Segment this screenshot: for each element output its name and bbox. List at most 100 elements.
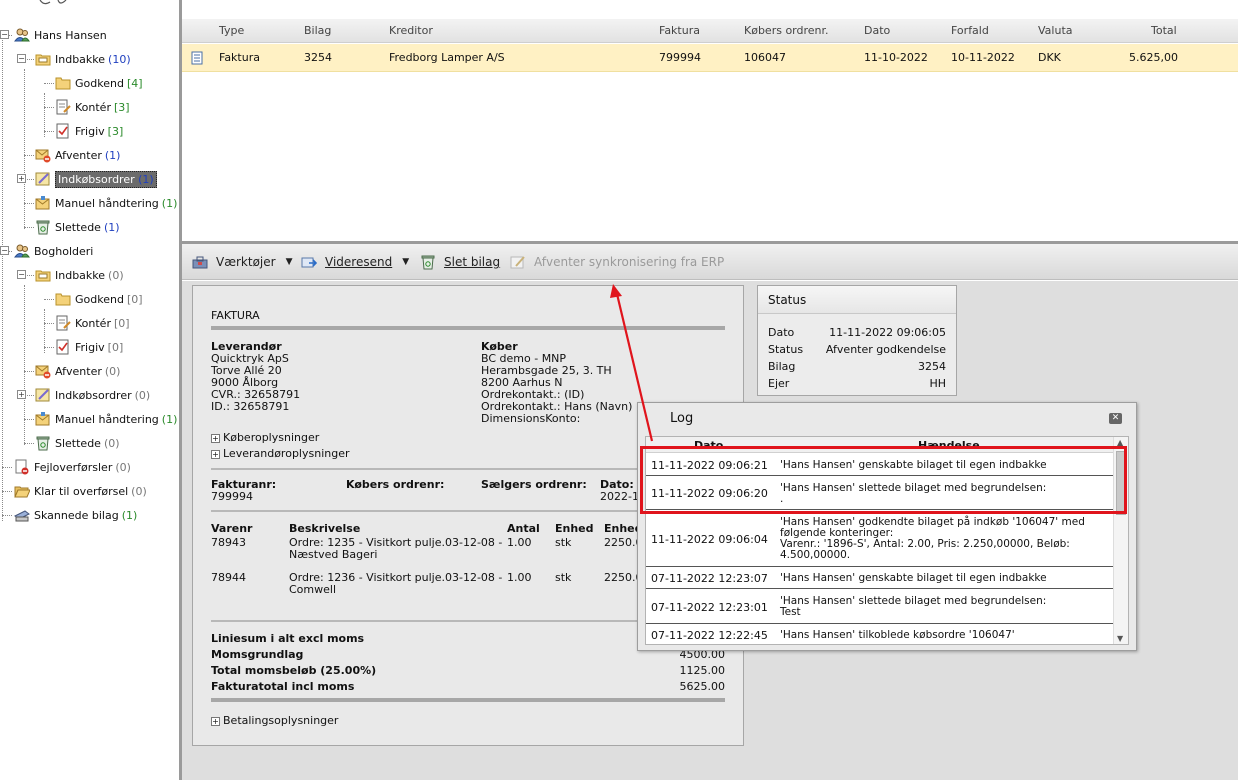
buyer-order-label: Købers ordrenr: [346, 478, 445, 491]
col-bilag[interactable]: Bilag [304, 19, 331, 43]
col-kreditor[interactable]: Kreditor [389, 19, 433, 43]
tree-item-fejloverforsler[interactable]: Fejloverførsler (0) [14, 457, 131, 477]
tree-item-label: Afventer [55, 364, 102, 378]
close-icon[interactable]: ✕ [1109, 413, 1122, 424]
purchase-order-icon [35, 171, 51, 187]
tree-item-konter[interactable]: Kontér [3] [55, 97, 130, 117]
tree-connector [44, 107, 54, 108]
forward-icon [301, 254, 318, 270]
log-row: 07-11-2022 12:23:01 'Hans Hansen' sletted… [646, 590, 1114, 624]
tree-connector [24, 155, 34, 156]
cell-dato: 11-10-2022 [864, 51, 928, 64]
seller-order-label: Sælgers ordrenr: [481, 478, 587, 491]
tree-item-manuel-handtering[interactable]: Manuel håndtering (1) [35, 193, 177, 213]
scroll-thumb[interactable] [1116, 451, 1126, 515]
tree-item-indbakke[interactable]: Indbakke (0) [35, 265, 124, 285]
forward-label: Videresend [325, 255, 393, 269]
chevron-down-icon: ▼ [285, 257, 293, 267]
log-scrollbar[interactable]: ▲ ▼ [1113, 437, 1128, 644]
expand-icon: + [17, 390, 26, 399]
tree-item-count: (1) [134, 172, 154, 186]
tree-item-manuel-handtering[interactable]: Manuel håndtering (1) [35, 409, 177, 429]
cell-bilag: 3254 [304, 51, 332, 64]
tree-item-godkend[interactable]: Godkend [4] [55, 73, 143, 93]
status-bilag-label: Bilag [768, 360, 796, 373]
log-row: 11-11-2022 09:06:21 'Hans Hansen' genskab… [646, 454, 1114, 476]
status-owner-value: HH [929, 377, 946, 390]
tree-item-afventer[interactable]: Afventer (1) [35, 145, 120, 165]
envelope-blocked-icon [35, 147, 51, 163]
payment-info-toggle[interactable]: + Betalingsoplysninger [211, 714, 338, 727]
tree-item-count: [0] [113, 316, 130, 330]
tools-label: Værktøjer [216, 255, 276, 269]
col-type[interactable]: Type [219, 19, 244, 43]
tree-connector [24, 69, 25, 229]
status-date-value: 11-11-2022 09:06:05 [829, 326, 946, 339]
tree-item-label: Manuel håndtering [55, 412, 159, 426]
cell-valuta: DKK [1038, 51, 1061, 64]
scroll-down-icon[interactable]: ▼ [1117, 634, 1123, 643]
tools-icon [192, 254, 208, 270]
tree-item-count: (0) [103, 436, 120, 450]
forward-menu-button[interactable]: Videresend ▼ [301, 252, 409, 272]
document-edit-icon [55, 99, 71, 115]
chevron-down-icon: ▼ [402, 257, 410, 267]
tree-item-count: [0] [126, 292, 143, 306]
log-table: Dato Hændelse 11-11-2022 09:06:21 'Hans H… [645, 436, 1129, 645]
tree-item-frigiv[interactable]: Frigiv [0] [55, 337, 123, 357]
collapse-icon: − [0, 246, 9, 255]
table-row[interactable]: Faktura 3254 Fredborg Lamper A/S 799994 … [182, 44, 1238, 72]
tree-item-frigiv[interactable]: Frigiv [3] [55, 121, 123, 141]
scroll-up-icon[interactable]: ▲ [1117, 438, 1123, 447]
lines-col-varenr: Varenr [211, 522, 253, 535]
log-date: 07-11-2022 12:22:45 [651, 629, 768, 642]
col-forfald[interactable]: Forfald [951, 19, 989, 43]
col-faktura[interactable]: Faktura [659, 19, 700, 43]
collapse-icon: − [17, 54, 26, 63]
tree-item-slettede[interactable]: Slettede (0) [35, 433, 120, 453]
status-panel: Status Dato 11-11-2022 09:06:05 Status A… [757, 285, 957, 396]
total-value-4: 5625.00 [679, 680, 726, 693]
tree-item-hans-hansen[interactable]: Hans Hansen [14, 25, 107, 45]
folder-open-icon [14, 483, 31, 499]
tree-item-slettede[interactable]: Slettede (1) [35, 217, 120, 237]
await-sync-button[interactable]: Afventer synkronisering fra ERP [510, 252, 724, 272]
tree-item-godkend[interactable]: Godkend [0] [55, 289, 143, 309]
tree-connector [2, 251, 3, 521]
cell-ordrenr: 106047 [744, 51, 786, 64]
tree-item-skannede-bilag[interactable]: Skannede bilag (1) [14, 505, 137, 525]
pen-document-icon [510, 254, 526, 270]
col-dato[interactable]: Dato [864, 19, 890, 43]
log-col-date[interactable]: Dato [694, 439, 723, 452]
log-date: 11-11-2022 09:06:04 [651, 533, 768, 546]
seller-info-toggle[interactable]: + Leverandøroplysninger [211, 447, 350, 460]
lines-col-quantity: Antal [507, 522, 540, 535]
tools-menu-button[interactable]: Værktøjer ▼ [192, 252, 293, 272]
delete-document-button[interactable]: Slet bilag [420, 252, 500, 272]
col-total[interactable]: Total [1151, 19, 1177, 43]
inbox-folder-icon [35, 267, 51, 283]
tree-item-konter[interactable]: Kontér [0] [55, 313, 130, 333]
tree-item-indbakke[interactable]: Indbakke (10) [35, 49, 131, 69]
log-date: 07-11-2022 12:23:01 [651, 601, 768, 614]
log-col-event[interactable]: Hændelse [918, 439, 980, 452]
tree-item-indkobsordrer[interactable]: Indkøbsordrer (1) [35, 169, 157, 189]
log-event: 'Hans Hansen' slettede bilaget med begru… [780, 595, 1047, 618]
tree-item-indkobsordrer[interactable]: Indkøbsordrer (0) [35, 385, 150, 405]
collapse-icon: − [17, 270, 26, 279]
envelope-hand-icon [35, 411, 51, 427]
cell-total: 5.625,00 [1129, 51, 1178, 64]
tree-item-afventer[interactable]: Afventer (0) [35, 361, 120, 381]
buyer-info-toggle[interactable]: + Køberoplysninger [211, 431, 319, 444]
expand-icon: + [211, 449, 220, 459]
tree-connector [2, 515, 12, 516]
tree-item-count: (0) [115, 460, 131, 474]
tree-item-klar-til-overforsel[interactable]: Klar til overførsel (0) [14, 481, 147, 501]
tree-item-bogholderi[interactable]: Bogholderi [14, 241, 93, 261]
expand-icon: + [17, 174, 26, 183]
tree-item-count: (1) [103, 220, 120, 234]
col-valuta[interactable]: Valuta [1038, 19, 1073, 43]
tree-connector [2, 467, 12, 468]
col-ordrenr[interactable]: Købers ordrenr. [744, 19, 829, 43]
tree-connector [2, 35, 3, 265]
